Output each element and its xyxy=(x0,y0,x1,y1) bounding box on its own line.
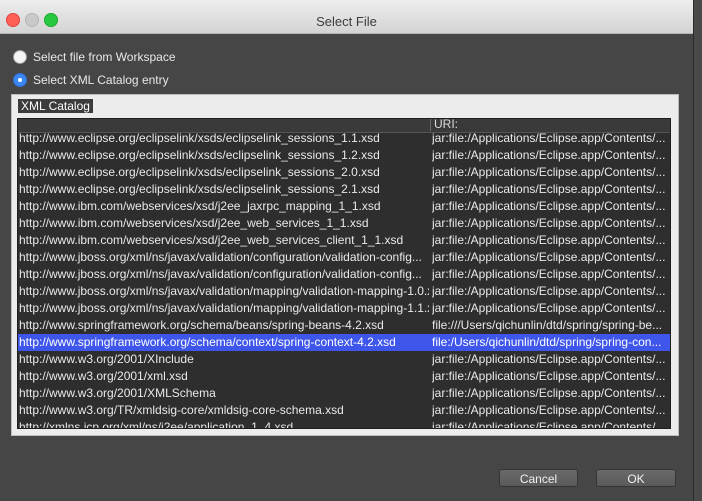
table-row[interactable]: http://www.ibm.com/webservices/xsd/j2ee_… xyxy=(18,215,670,232)
table-row[interactable]: http://xmlns.jcp.org/xml/ns/j2ee/applica… xyxy=(18,419,670,429)
radio-label-workspace: Select file from Workspace xyxy=(33,50,176,64)
ok-button[interactable]: OK xyxy=(596,469,676,487)
cell-uri: jar:file:/Applications/Eclipse.app/Conte… xyxy=(432,403,666,417)
select-file-dialog: Select File Select file from Workspace S… xyxy=(0,0,694,501)
cell-uri: jar:file:/Applications/Eclipse.app/Conte… xyxy=(432,233,666,247)
table-row[interactable]: http://www.jboss.org/xml/ns/javax/valida… xyxy=(18,249,670,266)
radio-unchecked-icon[interactable] xyxy=(13,50,27,64)
cell-key: http://www.w3.org/2001/XMLSchema xyxy=(19,386,216,400)
table-row[interactable]: http://www.ibm.com/webservices/xsd/j2ee_… xyxy=(18,198,670,215)
title-bar: Select File xyxy=(0,0,693,34)
cell-uri: jar:file:/Applications/Eclipse.app/Conte… xyxy=(432,301,666,315)
cell-uri: jar:file:/Applications/Eclipse.app/Conte… xyxy=(432,199,666,213)
cell-key: http://www.jboss.org/xml/ns/javax/valida… xyxy=(19,267,422,281)
cell-key: http://www.jboss.org/xml/ns/javax/valida… xyxy=(19,301,429,315)
cell-key: http://www.ibm.com/webservices/xsd/j2ee_… xyxy=(19,216,369,230)
cell-key: http://www.jboss.org/xml/ns/javax/valida… xyxy=(19,250,422,264)
table-row[interactable]: http://www.eclipse.org/eclipselink/xsds/… xyxy=(18,130,670,147)
xml-catalog-table[interactable]: URI: http://www.eclipse.org/eclipselink/… xyxy=(17,118,671,429)
cell-uri: file:///Users/qichunlin/dtd/spring/sprin… xyxy=(432,318,663,332)
table-row[interactable]: http://www.w3.org/2001/xml.xsd jar:file:/… xyxy=(18,368,670,385)
cancel-button[interactable]: Cancel xyxy=(499,469,578,487)
table-body: http://www.eclipse.org/eclipselink/xsds/… xyxy=(18,130,670,429)
cell-uri: jar:file:/Applications/Eclipse.app/Conte… xyxy=(432,284,666,298)
table-row[interactable]: http://www.springframework.org/schema/be… xyxy=(18,317,670,334)
cell-key: http://www.eclipse.org/eclipselink/xsds/… xyxy=(19,182,380,196)
radio-select-workspace[interactable]: Select file from Workspace xyxy=(13,49,176,65)
table-row[interactable]: http://www.w3.org/2001/XMLSchema jar:file… xyxy=(18,385,670,402)
table-row[interactable]: http://www.eclipse.org/eclipselink/xsds/… xyxy=(18,147,670,164)
cell-uri: jar:file:/Applications/Eclipse.app/Conte… xyxy=(432,267,666,281)
table-row[interactable]: http://www.ibm.com/webservices/xsd/j2ee_… xyxy=(18,232,670,249)
radio-label-catalog: Select XML Catalog entry xyxy=(33,73,169,87)
table-row[interactable]: http://www.w3.org/TR/xmldsig-core/xmldsi… xyxy=(18,402,670,419)
cell-uri: jar:file:/Applications/Eclipse.app/Conte… xyxy=(432,420,666,429)
xml-catalog-group: XML Catalog URI: http://www.eclipse.org/… xyxy=(11,94,679,436)
cell-uri: jar:file:/Applications/Eclipse.app/Conte… xyxy=(432,148,666,162)
cell-uri: jar:file:/Applications/Eclipse.app/Conte… xyxy=(432,352,666,366)
table-row[interactable]: http://www.jboss.org/xml/ns/javax/valida… xyxy=(18,266,670,283)
radio-checked-icon[interactable] xyxy=(13,73,27,87)
cell-uri: jar:file:/Applications/Eclipse.app/Conte… xyxy=(432,386,666,400)
table-row[interactable]: http://www.eclipse.org/eclipselink/xsds/… xyxy=(18,181,670,198)
table-row[interactable]: http://www.jboss.org/xml/ns/javax/valida… xyxy=(18,300,670,317)
cell-key: http://www.eclipse.org/eclipselink/xsds/… xyxy=(19,131,380,145)
cell-uri: jar:file:/Applications/Eclipse.app/Conte… xyxy=(432,216,666,230)
cell-key: http://www.w3.org/TR/xmldsig-core/xmldsi… xyxy=(19,403,344,417)
xml-catalog-group-title: XML Catalog xyxy=(18,99,93,113)
cell-uri: file:/Users/qichunlin/dtd/spring/spring-… xyxy=(432,335,662,349)
table-row[interactable]: http://www.springframework.org/schema/co… xyxy=(18,334,670,351)
cell-key: http://www.springframework.org/schema/co… xyxy=(19,335,396,349)
cell-uri: jar:file:/Applications/Eclipse.app/Conte… xyxy=(432,369,666,383)
radio-select-catalog[interactable]: Select XML Catalog entry xyxy=(13,72,169,88)
cell-uri: jar:file:/Applications/Eclipse.app/Conte… xyxy=(432,182,666,196)
table-row[interactable]: http://www.jboss.org/xml/ns/javax/valida… xyxy=(18,283,670,300)
cell-key: http://www.springframework.org/schema/be… xyxy=(19,318,384,332)
cell-uri: jar:file:/Applications/Eclipse.app/Conte… xyxy=(432,131,666,145)
cell-key: http://www.jboss.org/xml/ns/javax/valida… xyxy=(19,284,429,298)
cell-uri: jar:file:/Applications/Eclipse.app/Conte… xyxy=(432,250,666,264)
cell-key: http://www.ibm.com/webservices/xsd/j2ee_… xyxy=(19,233,404,247)
cell-key: http://www.eclipse.org/eclipselink/xsds/… xyxy=(19,148,380,162)
cell-key: http://www.eclipse.org/eclipselink/xsds/… xyxy=(19,165,380,179)
cell-key: http://xmlns.jcp.org/xml/ns/j2ee/applica… xyxy=(19,420,294,429)
cell-uri: jar:file:/Applications/Eclipse.app/Conte… xyxy=(432,165,666,179)
cell-key: http://www.w3.org/2001/xml.xsd xyxy=(19,369,188,383)
table-row[interactable]: http://www.eclipse.org/eclipselink/xsds/… xyxy=(18,164,670,181)
cell-key: http://www.w3.org/2001/XInclude xyxy=(19,352,194,366)
table-row[interactable]: http://www.w3.org/2001/XInclude jar:file:… xyxy=(18,351,670,368)
cell-key: http://www.ibm.com/webservices/xsd/j2ee_… xyxy=(19,199,381,213)
window-title: Select File xyxy=(316,14,377,29)
